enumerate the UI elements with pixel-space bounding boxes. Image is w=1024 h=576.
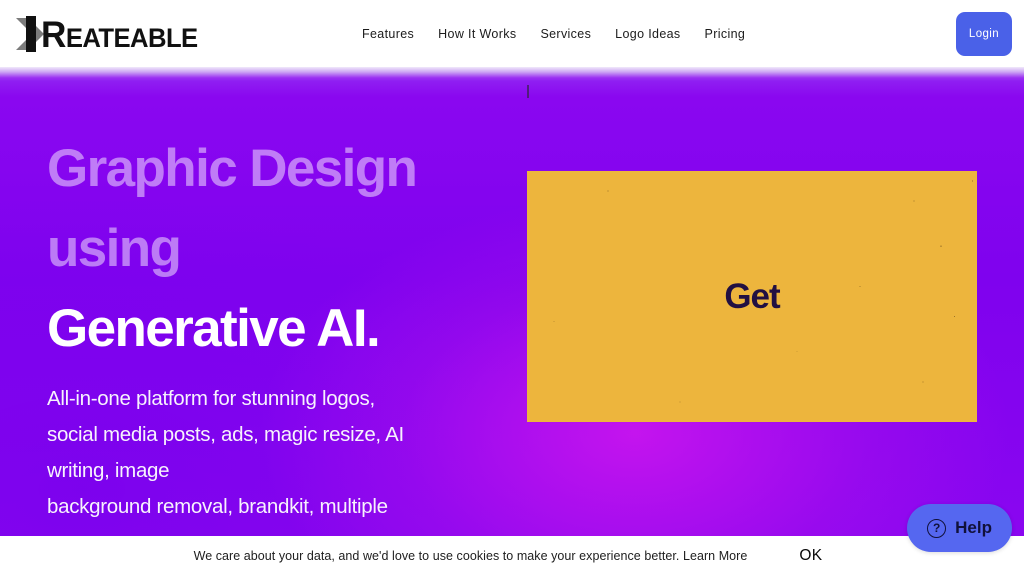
brand-logo[interactable]: REATEABLE [14, 12, 206, 56]
nav-item-logo-ideas[interactable]: Logo Ideas [603, 27, 692, 41]
hero-headline: Graphic Design using Generative AI. [47, 129, 517, 369]
nav-item-pricing[interactable]: Pricing [693, 27, 758, 41]
brand-wordmark: REATEABLE [41, 16, 198, 53]
question-mark-circle-icon: ? [927, 518, 947, 538]
hero-section: Graphic Design using Generative AI. All-… [0, 67, 1024, 536]
nav-item-features[interactable]: Features [350, 27, 426, 41]
hero-subcopy-line-2: social media posts, ads, magic resize, A… [47, 423, 404, 446]
cookie-accept-button[interactable]: OK [791, 545, 830, 567]
page-root: REATEABLE Features How It Works Services… [0, 0, 1024, 576]
cookie-consent-banner: We care about your data, and we'd love t… [0, 536, 1024, 576]
hero-subcopy-line-3: writing, image [47, 459, 170, 482]
site-header: REATEABLE Features How It Works Services… [0, 0, 1024, 67]
cookie-learn-more-link[interactable]: Learn More [683, 549, 747, 563]
nav-item-services[interactable]: Services [528, 27, 603, 41]
hero-headline-line-3: Generative AI. [47, 299, 381, 358]
brand-rest: EATEABLE [65, 22, 198, 53]
main-navigation: Features How It Works Services Logo Idea… [350, 0, 757, 67]
hero-subcopy-line-1: All-in-one platform for stunning logos, [47, 387, 375, 410]
hero-top-fade [0, 67, 1024, 81]
hero-headline-line-2: using [47, 219, 182, 278]
hero-subcopy: All-in-one platform for stunning logos, … [47, 381, 507, 525]
hero-subcopy-line-4: background removal, brandkit, multiple [47, 495, 388, 518]
hero-copy-block: Graphic Design using Generative AI. All-… [47, 129, 517, 525]
help-widget-button[interactable]: ? Help [907, 504, 1012, 552]
login-button[interactable]: Login [956, 12, 1012, 56]
help-widget-label: Help [955, 518, 992, 537]
cookie-message: We care about your data, and we'd love t… [194, 549, 748, 563]
text-caret-artifact [527, 85, 529, 98]
nav-item-how-it-works[interactable]: How It Works [426, 27, 528, 41]
hero-headline-line-1: Graphic Design [47, 139, 418, 198]
promo-card-text: Get [724, 276, 780, 316]
cookie-message-text: We care about your data, and we'd love t… [193, 549, 680, 563]
brand-initial: R [41, 13, 66, 55]
promo-preview-card[interactable]: Get [527, 171, 977, 422]
